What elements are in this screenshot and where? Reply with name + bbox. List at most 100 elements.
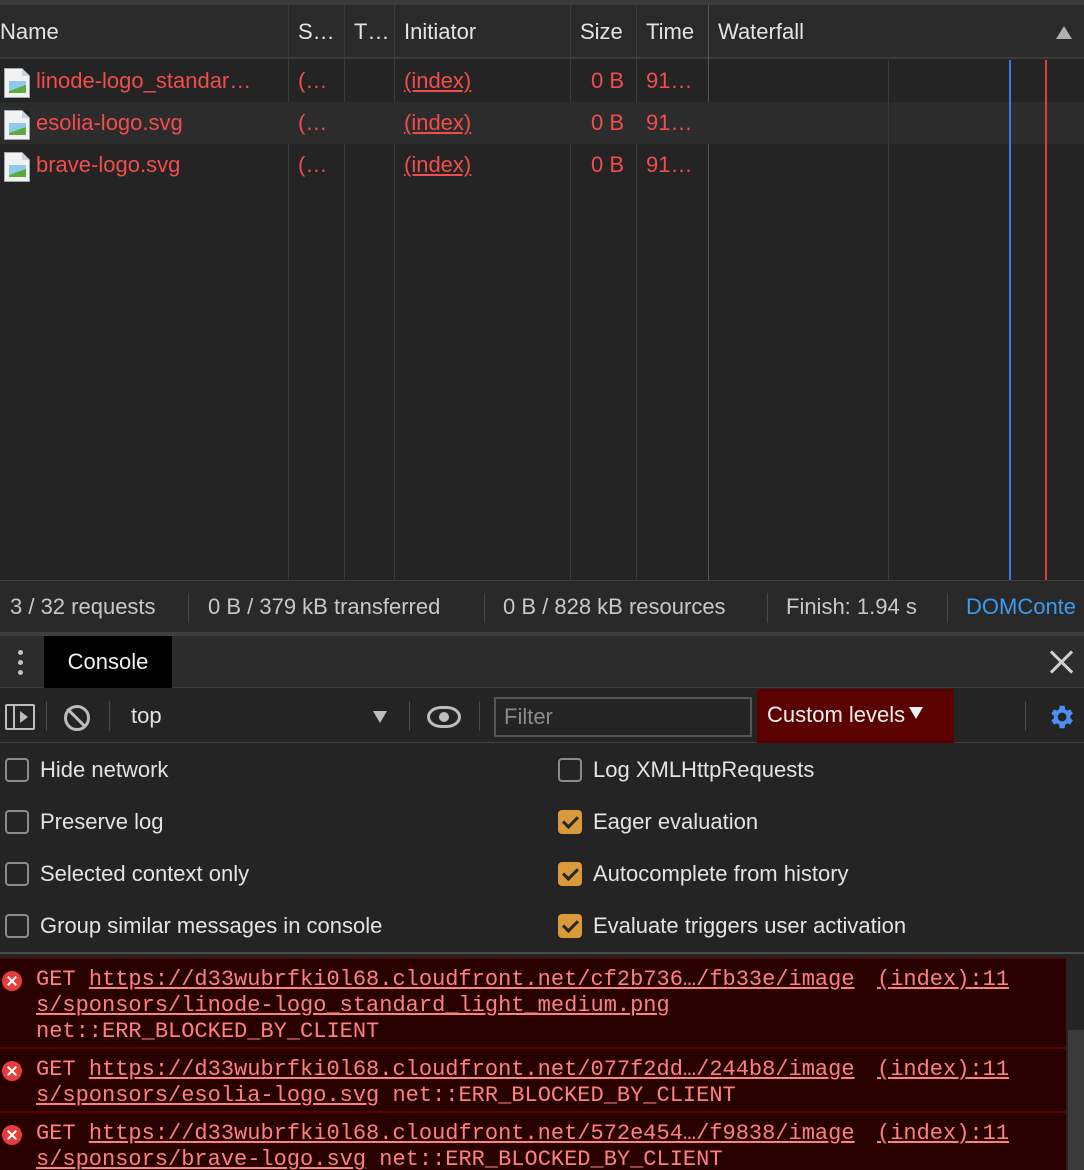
drawer-tabbar: Console [0, 636, 1084, 688]
error-icon [2, 971, 22, 991]
option-label: Evaluate triggers user activation [593, 913, 907, 938]
column-header-initiator[interactable]: Initiator [404, 5, 568, 59]
tab-console[interactable]: Console [44, 636, 172, 688]
network-request-table: Name S… T… Initiator Size Time Waterfall… [0, 0, 1084, 580]
error-text: net::ERR_BLOCKED_BY_CLIENT [379, 1147, 723, 1170]
request-url-link[interactable]: https://d33wubrfki0l68.cloudfront.net/cf… [89, 967, 855, 992]
table-row[interactable]: brave-logo.svg (… (index) 0 B 91… [0, 144, 1084, 186]
console-settings-pane: Hide network Preserve log Selected conte… [0, 744, 1084, 954]
sort-ascending-icon[interactable] [1056, 26, 1072, 39]
close-drawer-icon[interactable] [1048, 649, 1074, 675]
chevron-down-icon [373, 711, 387, 723]
dom-content-loaded-marker [1009, 60, 1011, 580]
filter-input[interactable] [494, 697, 752, 737]
source-location-link[interactable]: (index):11 [877, 967, 1009, 993]
more-options-icon[interactable] [13, 648, 29, 676]
transferred-size: 0 B / 379 kB transferred [208, 594, 441, 619]
request-url-link[interactable]: s/sponsors/esolia-logo.svg [36, 1083, 379, 1108]
gear-icon[interactable] [1046, 702, 1076, 732]
column-header-name[interactable]: Name [0, 5, 288, 59]
request-size: 0 B [591, 152, 625, 177]
column-header-size[interactable]: Size [580, 5, 634, 59]
image-file-icon [4, 152, 30, 182]
load-event-marker [1045, 60, 1047, 580]
request-initiator-link[interactable]: (index) [404, 60, 564, 102]
console-messages: GET https://d33wubrfki0l68.cloudfront.ne… [0, 956, 1084, 1170]
request-status: (… [298, 110, 328, 135]
request-time: 91… [646, 110, 693, 135]
waterfall-grid-line [888, 60, 889, 580]
error-icon [2, 1125, 22, 1145]
request-size: 0 B [591, 110, 625, 135]
request-method: GET [36, 967, 76, 992]
image-file-icon [4, 110, 30, 140]
source-location-link[interactable]: (index):11 [877, 1057, 1009, 1083]
context-value: top [131, 703, 162, 728]
request-initiator-link[interactable]: (index) [404, 102, 564, 144]
selected-context-only-checkbox[interactable] [5, 862, 29, 886]
resources-size: 0 B / 828 kB resources [503, 594, 726, 619]
table-row[interactable]: linode-logo_standar… (… (index) 0 B 91… [0, 60, 1084, 102]
javascript-context-select[interactable]: top [117, 697, 397, 735]
request-time: 91… [646, 68, 693, 93]
console-error-message: GET https://d33wubrfki0l68.cloudfront.ne… [0, 1048, 1066, 1112]
column-header-time[interactable]: Time [646, 5, 706, 59]
request-name: linode-logo_standar… [36, 68, 252, 93]
column-header-status[interactable]: S… [298, 5, 342, 59]
live-expression-eye-icon[interactable] [427, 706, 461, 728]
request-status: (… [298, 152, 328, 177]
toolbar-divider [1025, 701, 1026, 731]
status-divider [484, 593, 485, 623]
request-url-link[interactable]: s/sponsors/linode-logo_standard_light_me… [36, 993, 670, 1018]
evaluate-triggers-user-activation-checkbox[interactable] [558, 914, 582, 938]
option-label: Group similar messages in console [40, 913, 383, 938]
network-status-bar: 3 / 32 requests 0 B / 379 kB transferred… [0, 580, 1084, 632]
toolbar-divider [479, 701, 480, 731]
toolbar-divider [46, 701, 47, 731]
request-status: (… [298, 68, 328, 93]
option-label: Preserve log [40, 809, 164, 834]
request-url-link[interactable]: s/sponsors/brave-logo.svg [36, 1147, 366, 1170]
option-label: Eager evaluation [593, 809, 759, 834]
dom-content-loaded-time: DOMConte [966, 594, 1077, 619]
finish-time: Finish: 1.94 s [786, 594, 917, 619]
console-error-message: GET https://d33wubrfki0l68.cloudfront.ne… [0, 1112, 1066, 1170]
log-levels-dropdown[interactable]: Custom levels [757, 689, 954, 743]
option-label: Log XMLHttpRequests [593, 757, 815, 782]
option-label: Hide network [40, 757, 169, 782]
request-name: esolia-logo.svg [36, 110, 183, 135]
request-initiator-link[interactable]: (index) [404, 144, 564, 186]
chevron-down-icon [909, 707, 924, 719]
console-toolbar: top Custom levels [0, 689, 1084, 743]
column-header-waterfall[interactable]: Waterfall [718, 5, 1018, 59]
status-divider [767, 593, 768, 623]
table-row[interactable]: esolia-logo.svg (… (index) 0 B 91… [0, 102, 1084, 144]
console-error-message: GET https://d33wubrfki0l68.cloudfront.ne… [0, 958, 1066, 1048]
request-url-link[interactable]: https://d33wubrfki0l68.cloudfront.net/57… [89, 1121, 855, 1146]
request-name: brave-logo.svg [36, 152, 181, 177]
hide-network-checkbox[interactable] [5, 758, 29, 782]
request-method: GET [36, 1121, 76, 1146]
log-xmlhttprequests-checkbox[interactable] [558, 758, 582, 782]
status-divider [188, 593, 189, 623]
image-file-icon [4, 68, 30, 98]
clear-console-icon[interactable] [64, 705, 90, 731]
column-header-type[interactable]: T… [354, 5, 392, 59]
toolbar-divider [409, 701, 410, 731]
show-sidebar-icon[interactable] [5, 704, 35, 730]
preserve-log-checkbox[interactable] [5, 810, 29, 834]
toolbar-divider [109, 701, 110, 731]
option-label: Selected context only [40, 861, 250, 886]
error-icon [2, 1061, 22, 1081]
eager-evaluation-checkbox[interactable] [558, 810, 582, 834]
autocomplete-from-history-checkbox[interactable] [558, 862, 582, 886]
error-text: net::ERR_BLOCKED_BY_CLIENT [36, 1019, 380, 1044]
option-label: Autocomplete from history [593, 861, 849, 886]
request-time: 91… [646, 152, 693, 177]
source-location-link[interactable]: (index):11 [877, 1121, 1009, 1147]
messages-scrollbar[interactable] [1068, 1030, 1084, 1170]
requests-count: 3 / 32 requests [10, 594, 156, 619]
table-header: Name S… T… Initiator Size Time Waterfall [0, 5, 1084, 59]
group-similar-checkbox[interactable] [5, 914, 29, 938]
request-url-link[interactable]: https://d33wubrfki0l68.cloudfront.net/07… [89, 1057, 855, 1082]
